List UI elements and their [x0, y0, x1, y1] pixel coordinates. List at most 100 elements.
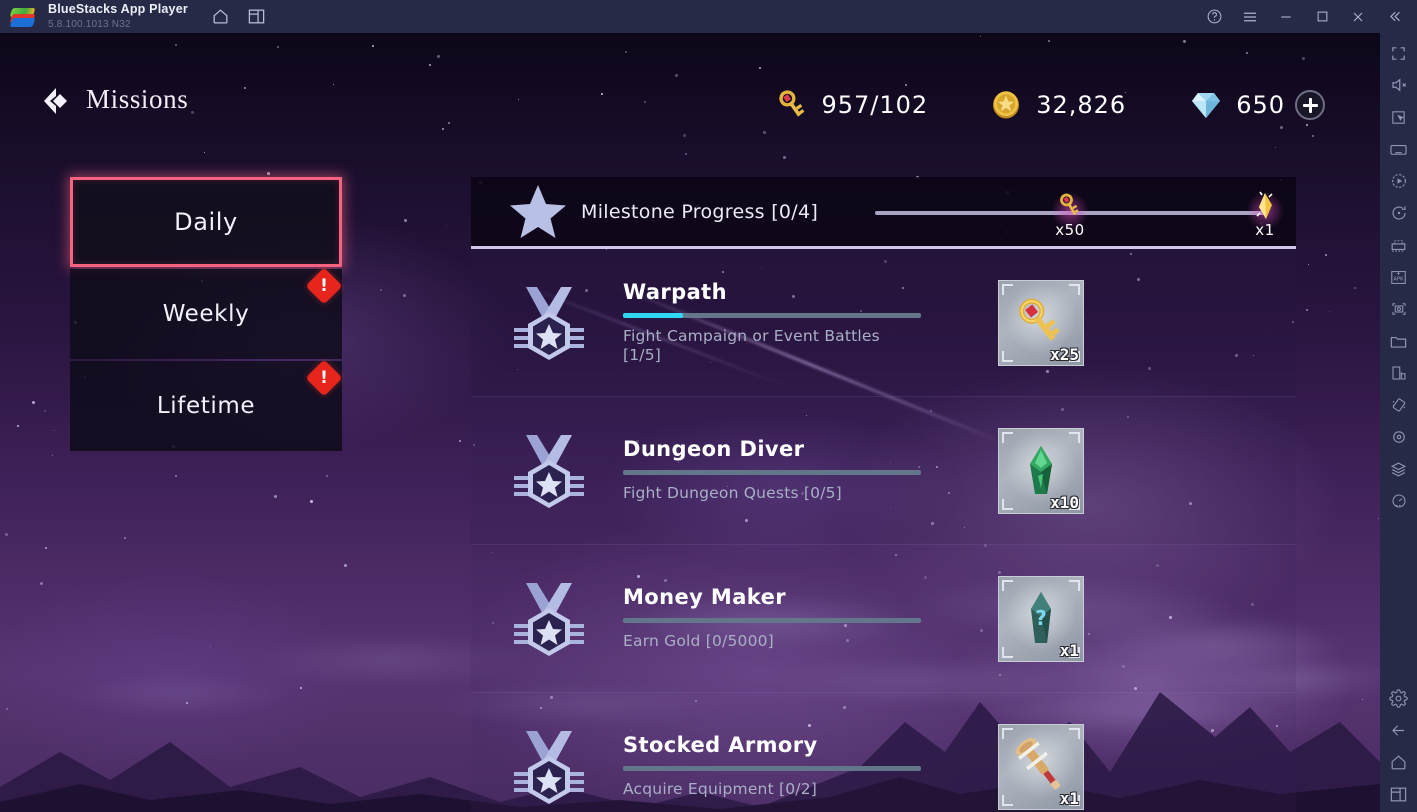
reward-qty: x1 — [1059, 788, 1079, 808]
menu-icon[interactable] — [1233, 0, 1267, 33]
keyboard-icon[interactable] — [1385, 135, 1413, 163]
shake-icon[interactable] — [1385, 391, 1413, 419]
mission-description: Acquire Equipment [0/2] — [623, 780, 818, 799]
multi-instance-manager-icon[interactable] — [1385, 231, 1413, 259]
mission-progress-fill — [623, 312, 683, 318]
macro-record-icon[interactable] — [1385, 167, 1413, 195]
milestone-label: Milestone Progress [0/4] — [581, 200, 819, 223]
tab-daily[interactable]: Daily — [70, 177, 342, 267]
currency-diamond[interactable]: 650 — [1186, 85, 1325, 125]
android-home-icon[interactable] — [1385, 748, 1413, 776]
milestone-node-1[interactable]: x50 — [1047, 189, 1093, 239]
layers-icon[interactable] — [1385, 455, 1413, 483]
mission-info: Stocked Armory Acquire Equipment [0/2] — [623, 733, 923, 799]
mission-description: Fight Campaign or Event Battles [1/5] — [623, 326, 880, 364]
mission-row[interactable]: Dungeon Diver Fight Dungeon Quests [0/5] — [471, 397, 1296, 545]
minimize-icon[interactable] — [1269, 0, 1303, 33]
mission-name: Money Maker — [623, 585, 786, 610]
recents-icon[interactable] — [1385, 780, 1413, 808]
mission-info: Warpath Fight Campaign or Event Battles … — [623, 280, 923, 366]
milestone-node-qty: x1 — [1255, 221, 1275, 239]
alert-badge-mark: ! — [320, 276, 328, 296]
alert-badge: ! — [305, 359, 343, 397]
currency-diamond-value: 650 — [1236, 91, 1285, 119]
currency-key-value: 957/102 — [821, 91, 929, 119]
milestone-node-qty: x50 — [1055, 221, 1085, 239]
location-icon[interactable] — [1385, 423, 1413, 451]
bluestacks-toolbar: APK — [1380, 33, 1417, 812]
milestone-progress[interactable]: Milestone Progress [0/4] x50 x1 — [471, 177, 1296, 249]
mission-name: Stocked Armory — [623, 733, 818, 758]
window-controls — [1197, 0, 1411, 33]
mission-reward[interactable]: x25 — [998, 279, 1084, 366]
media-folder-icon[interactable] — [1385, 327, 1413, 355]
reward-qty: x1 — [1059, 640, 1079, 660]
rotate-icon[interactable] — [1385, 199, 1413, 227]
mission-reward[interactable]: x1 — [998, 723, 1084, 810]
tab-daily-label: Daily — [174, 208, 238, 236]
mission-description: Fight Dungeon Quests [0/5] — [623, 484, 842, 503]
mission-row[interactable]: Warpath Fight Campaign or Event Battles … — [471, 249, 1296, 397]
currency-gold-value: 32,826 — [1036, 91, 1127, 119]
svg-text:?: ? — [1035, 606, 1047, 630]
performance-icon[interactable] — [1385, 487, 1413, 515]
key-icon — [772, 85, 812, 125]
sync-icon[interactable] — [1385, 359, 1413, 387]
mute-icon[interactable] — [1385, 71, 1413, 99]
medal-icon — [501, 728, 597, 806]
collapse-sidebar-icon[interactable] — [1377, 0, 1411, 33]
mission-progress-bar — [623, 312, 921, 318]
medal-icon — [501, 580, 597, 658]
currency-key[interactable]: 957/102 — [772, 85, 929, 125]
currency-gold[interactable]: 32,826 — [986, 85, 1126, 125]
mission-description: Earn Gold [0/5000] — [623, 632, 774, 651]
medal-icon — [501, 284, 597, 362]
screenshot-icon[interactable] — [1385, 295, 1413, 323]
mission-panel: Milestone Progress [0/4] x50 x1 Warpath … — [471, 177, 1296, 812]
mission-row[interactable]: Money Maker Earn Gold [0/5000] ? x1 — [471, 545, 1296, 693]
diamond-icon — [1186, 85, 1226, 125]
mission-row[interactable]: Stocked Armory Acquire Equipment [0/2] x… — [471, 693, 1296, 812]
app-version: 5.8.100.1013 N32 — [48, 18, 131, 30]
close-icon[interactable] — [1341, 0, 1375, 33]
window-titlebar: BlueStacks App Player 5.8.100.1013 N32 — [0, 0, 1417, 33]
install-apk-icon[interactable]: APK — [1385, 263, 1413, 291]
back-button[interactable] — [34, 83, 76, 119]
tab-weekly-label: Weekly — [162, 301, 250, 327]
medal-icon — [501, 432, 597, 510]
pointer-icon[interactable] — [1385, 103, 1413, 131]
alert-badge: ! — [305, 267, 343, 305]
back-icon[interactable] — [1385, 716, 1413, 744]
mission-tabs: Daily Weekly ! Lifetime ! — [70, 177, 343, 453]
home-icon[interactable] — [210, 6, 232, 28]
help-icon[interactable] — [1197, 0, 1231, 33]
fullscreen-icon[interactable] — [1385, 39, 1413, 67]
mission-progress-bar — [623, 618, 921, 624]
star-icon — [499, 184, 577, 240]
page-title: Missions — [86, 84, 189, 114]
milestone-node-2[interactable]: x1 — [1242, 189, 1288, 239]
multi-instance-icon[interactable] — [246, 6, 268, 28]
mission-info: Money Maker Earn Gold [0/5000] — [623, 585, 923, 651]
mission-name: Dungeon Diver — [623, 437, 805, 462]
add-diamonds-button[interactable] — [1295, 90, 1325, 120]
maximize-icon[interactable] — [1305, 0, 1339, 33]
mission-reward[interactable]: x10 — [998, 427, 1084, 514]
key-icon — [1047, 189, 1093, 223]
mission-name: Warpath — [623, 279, 727, 304]
mission-info: Dungeon Diver Fight Dungeon Quests [0/5] — [623, 437, 923, 503]
mission-progress-bar — [623, 470, 921, 476]
tab-lifetime-label: Lifetime — [156, 393, 256, 419]
app-title: BlueStacks App Player — [48, 2, 188, 17]
back-arrow-icon — [44, 88, 67, 114]
bluestacks-window: BlueStacks App Player 5.8.100.1013 N32 A… — [0, 0, 1417, 812]
milestone-track: x50 x1 — [875, 191, 1285, 239]
svg-text:APK: APK — [1394, 276, 1405, 282]
tab-weekly[interactable]: Weekly ! — [70, 267, 343, 359]
gold-coin-icon — [986, 85, 1026, 125]
tab-lifetime[interactable]: Lifetime ! — [70, 359, 343, 451]
shard-icon — [1242, 189, 1288, 223]
mission-reward[interactable]: ? x1 — [998, 575, 1084, 662]
settings-icon[interactable] — [1385, 684, 1413, 712]
currency-bar: 957/102 32,826 650 — [772, 85, 1325, 125]
